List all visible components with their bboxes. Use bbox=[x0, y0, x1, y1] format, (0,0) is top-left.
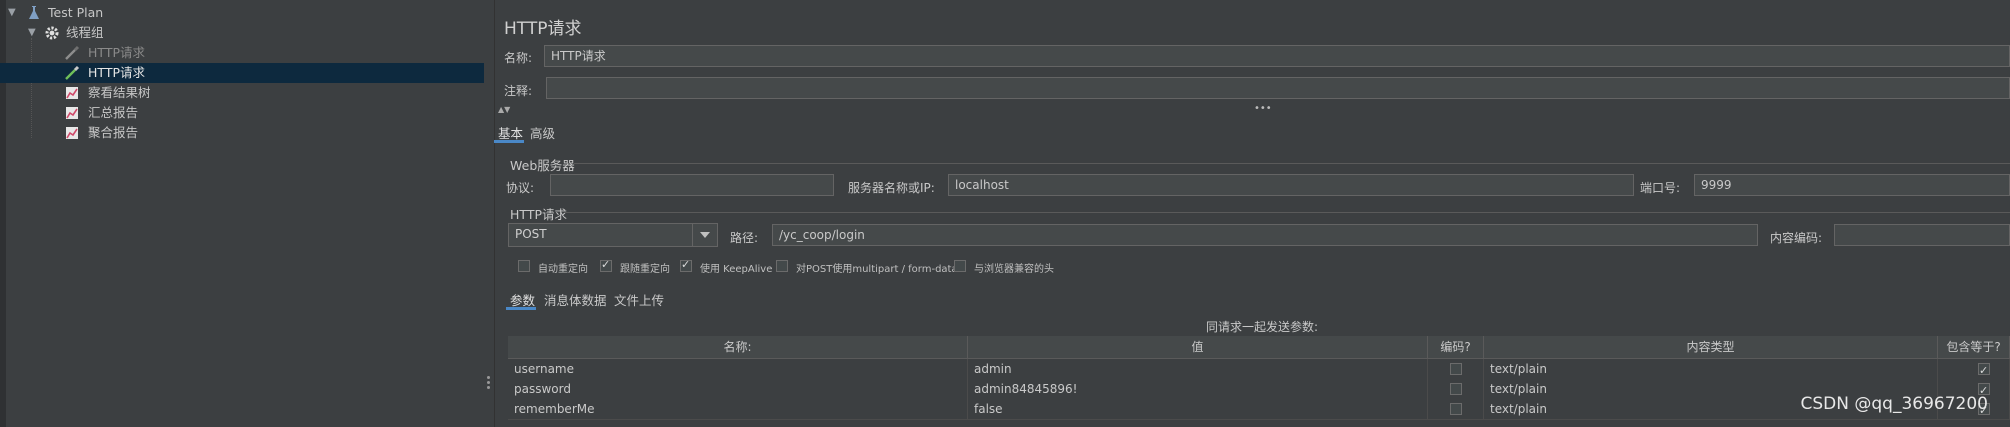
comment-label: 注释: bbox=[504, 84, 533, 98]
tree-item-http-request-disabled[interactable]: HTTP请求 bbox=[0, 43, 484, 63]
test-plan-icon bbox=[29, 6, 39, 19]
splitter-grip-icon[interactable]: ••• bbox=[1254, 103, 1272, 114]
pipette-icon bbox=[65, 45, 80, 60]
port-field[interactable]: 9999 bbox=[1694, 174, 2010, 196]
tree-item-label: Test Plan bbox=[48, 5, 104, 20]
tree-item-thread-group[interactable]: ▼ 线程组 bbox=[0, 23, 484, 43]
follow-redirect-label: 跟随重定向 bbox=[620, 264, 670, 275]
tree-item-aggregate-report[interactable]: 聚合报告 bbox=[0, 123, 484, 143]
section-divider bbox=[574, 163, 2010, 164]
params-caption: 同请求一起发送参数: bbox=[1206, 320, 1319, 334]
auto-redirect-label: 自动重定向 bbox=[538, 264, 588, 275]
collapse-arrows-icon[interactable]: ▲▼ bbox=[498, 105, 510, 114]
tree-item-view-results-tree[interactable]: 察看结果树 bbox=[0, 83, 484, 103]
path-field[interactable]: /yc_coop/login bbox=[772, 224, 1758, 246]
cell-encode bbox=[1428, 399, 1484, 419]
column-header-include-equals[interactable]: 包含等于? bbox=[1938, 336, 2010, 358]
cell-include-equals bbox=[1938, 359, 2010, 379]
chart-icon bbox=[66, 87, 78, 99]
table-row[interactable]: rememberMe false text/plain bbox=[508, 399, 2010, 420]
tree-item-test-plan[interactable]: ▼ Test Plan bbox=[0, 3, 484, 23]
watermark: CSDN @qq_36967200 bbox=[1800, 394, 1988, 414]
tree-item-label: HTTP请求 bbox=[88, 45, 145, 60]
divider-grip-dot bbox=[487, 376, 490, 379]
cell-encode bbox=[1428, 359, 1484, 379]
cell-value[interactable]: false bbox=[968, 399, 1428, 419]
follow-redirect-checkbox[interactable] bbox=[600, 258, 612, 272]
auto-redirect-checkbox[interactable] bbox=[518, 260, 530, 272]
tree-item-http-request-selected[interactable]: HTTP请求 bbox=[0, 63, 484, 83]
http-request-section-title: HTTP请求 bbox=[510, 207, 567, 222]
name-label: 名称: bbox=[504, 51, 533, 65]
tab-parameters-indicator bbox=[506, 307, 536, 310]
pipette-icon bbox=[65, 65, 80, 80]
page-title: HTTP请求 bbox=[504, 19, 582, 39]
chevron-down-icon[interactable]: ▼ bbox=[8, 3, 16, 23]
chevron-down-icon[interactable]: ▼ bbox=[28, 23, 36, 43]
tree-item-label: 聚合报告 bbox=[88, 125, 139, 140]
cell-content-type[interactable]: text/plain bbox=[1484, 359, 1938, 379]
server-label: 服务器名称或IP: bbox=[848, 181, 935, 195]
multipart-checkbox[interactable] bbox=[776, 260, 788, 272]
tree-item-label: HTTP请求 bbox=[88, 65, 145, 80]
browser-headers-checkbox[interactable] bbox=[954, 260, 966, 272]
table-row[interactable]: password admin84845896! text/plain bbox=[508, 379, 2010, 400]
cell-name[interactable]: rememberMe bbox=[508, 399, 968, 419]
tree-item-summary-report[interactable]: 汇总报告 bbox=[0, 103, 484, 123]
divider-grip-dot bbox=[487, 386, 490, 389]
table-header: 名称: 值 编码? 内容类型 包含等于? bbox=[508, 336, 2010, 359]
protocol-label: 协议: bbox=[506, 181, 535, 195]
encode-checkbox[interactable] bbox=[1450, 383, 1462, 395]
multipart-label: 对POST使用multipart / form-data bbox=[796, 264, 958, 275]
chevron-down-icon bbox=[700, 232, 710, 238]
cell-encode bbox=[1428, 379, 1484, 399]
http-request-panel: HTTP请求 名称: HTTP请求 注释: ▲▼ ••• 基本 高级 Web服务… bbox=[494, 0, 2010, 427]
cell-value[interactable]: admin84845896! bbox=[968, 379, 1428, 399]
cell-name[interactable]: username bbox=[508, 359, 968, 379]
content-encoding-field[interactable] bbox=[1834, 224, 2010, 246]
divider-grip-dot bbox=[487, 381, 490, 384]
protocol-field[interactable] bbox=[550, 174, 834, 196]
cell-value[interactable]: admin bbox=[968, 359, 1428, 379]
name-field[interactable]: HTTP请求 bbox=[544, 45, 2010, 67]
tab-file-upload[interactable]: 文件上传 bbox=[614, 290, 664, 309]
port-label: 端口号: bbox=[1640, 181, 1681, 195]
table-row[interactable]: username admin text/plain bbox=[508, 359, 2010, 380]
encode-checkbox[interactable] bbox=[1450, 363, 1462, 375]
tab-body-data[interactable]: 消息体数据 bbox=[544, 290, 607, 309]
method-select[interactable]: POST bbox=[508, 223, 718, 247]
tree-item-label: 汇总报告 bbox=[88, 105, 139, 120]
column-header-content-type[interactable]: 内容类型 bbox=[1484, 336, 1938, 358]
web-server-section-title: Web服务器 bbox=[510, 158, 575, 173]
section-divider bbox=[564, 212, 2010, 213]
comment-field[interactable] bbox=[546, 77, 2010, 99]
column-header-value[interactable]: 值 bbox=[968, 336, 1428, 358]
column-header-encode[interactable]: 编码? bbox=[1428, 336, 1484, 358]
content-encoding-label: 内容编码: bbox=[1770, 231, 1823, 245]
tab-basic-indicator bbox=[494, 140, 524, 143]
browser-headers-label: 与浏览器兼容的头 bbox=[974, 264, 1054, 275]
method-dropdown-button[interactable] bbox=[692, 224, 717, 246]
tab-advanced[interactable]: 高级 bbox=[530, 123, 555, 142]
path-label: 路径: bbox=[730, 231, 759, 245]
chart-icon bbox=[66, 127, 78, 139]
include-equals-checkbox[interactable] bbox=[1978, 361, 1990, 379]
tree-item-label: 线程组 bbox=[66, 25, 104, 40]
chart-icon bbox=[66, 107, 78, 119]
encode-checkbox[interactable] bbox=[1450, 403, 1462, 415]
cell-name[interactable]: password bbox=[508, 379, 968, 399]
server-field[interactable]: localhost bbox=[948, 174, 1634, 196]
method-select-value: POST bbox=[515, 227, 547, 241]
tree-item-label: 察看结果树 bbox=[88, 85, 151, 100]
keepalive-label: 使用 KeepAlive bbox=[700, 264, 773, 275]
gear-icon bbox=[45, 26, 59, 40]
test-plan-tree: ▼ Test Plan ▼ 线程组 HTTP请求 HTTP请求 察看结果树 汇总… bbox=[0, 0, 485, 427]
column-header-name[interactable]: 名称: bbox=[508, 336, 968, 358]
keepalive-checkbox[interactable] bbox=[680, 258, 692, 272]
